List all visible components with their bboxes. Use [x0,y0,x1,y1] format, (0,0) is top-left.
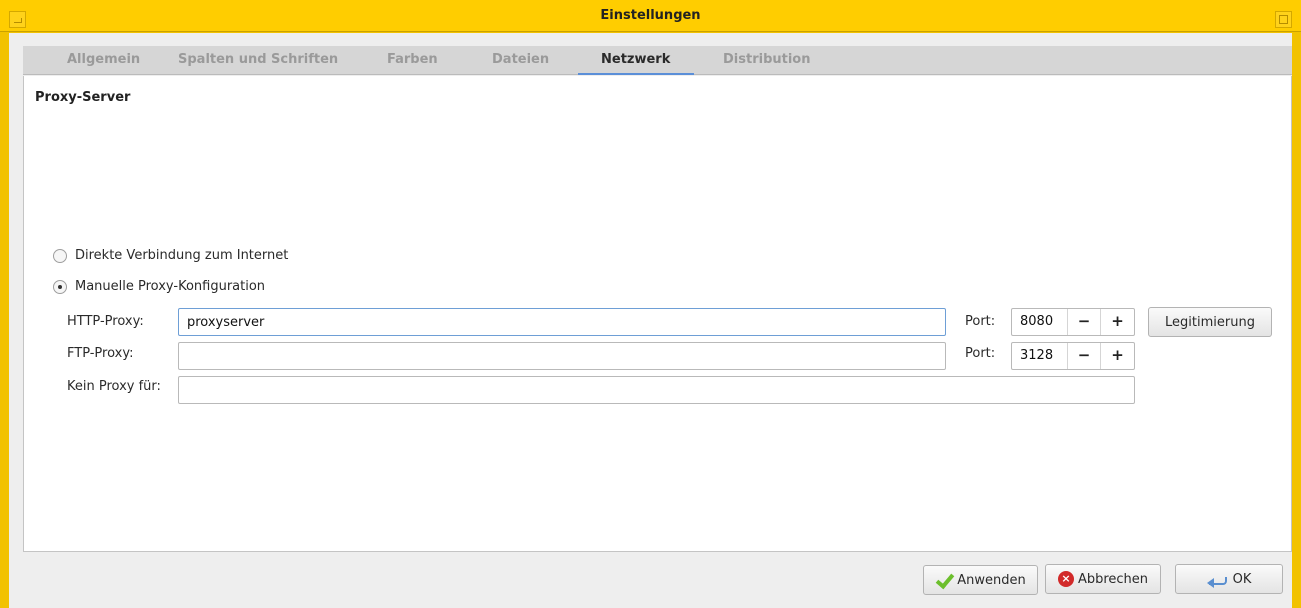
http-proxy-label: HTTP-Proxy: [67,314,144,329]
http-port-stepper: 8080 − + [1011,308,1135,336]
http-port-label: Port: [965,314,996,329]
cancel-icon: × [1057,571,1074,587]
active-tab-indicator [578,73,694,75]
radio-label: Direkte Verbindung zum Internet [75,248,289,263]
apply-button[interactable]: Anwenden [923,565,1038,595]
no-proxy-label: Kein Proxy für: [67,379,161,394]
ftp-proxy-label: FTP-Proxy: [67,346,134,361]
network-panel: Proxy-Server Direkte Verbindung zum Inte… [23,76,1292,552]
tab-netzwerk[interactable]: Netzwerk [601,52,670,67]
ok-label: OK [1232,571,1252,587]
return-arrow-icon [1206,571,1229,588]
radio-button-checked[interactable] [53,279,67,294]
http-port-increment-button[interactable]: + [1101,309,1134,335]
settings-window: Einstellungen Allgemein Spalten und Schr… [0,0,1301,608]
ftp-port-value[interactable]: 3128 [1012,343,1068,369]
tab-farben[interactable]: Farben [387,52,438,67]
tab-bar: Allgemein Spalten und Schriften Farben D… [23,46,1292,75]
http-port-decrement-button[interactable]: − [1068,309,1101,335]
ftp-proxy-input[interactable] [178,342,946,370]
http-proxy-input[interactable] [178,308,946,336]
cancel-label: Abbrechen [1077,571,1149,587]
title-bar[interactable]: Einstellungen [0,0,1301,32]
tab-allgemein[interactable]: Allgemein [67,52,140,67]
ok-button[interactable]: OK [1175,564,1283,594]
cancel-button[interactable]: × Abbrechen [1045,564,1161,594]
section-title: Proxy-Server [35,90,131,105]
authentication-button[interactable]: Legitimierung [1148,307,1272,337]
maximize-button[interactable] [1275,11,1292,28]
window-title: Einstellungen [600,8,701,23]
dialog-content: Allgemein Spalten und Schriften Farben D… [9,33,1292,608]
tab-distribution[interactable]: Distribution [723,52,810,67]
radio-manual-proxy[interactable]: Manuelle Proxy-Konfiguration [53,279,265,294]
apply-label: Anwenden [957,572,1026,588]
tab-dateien[interactable]: Dateien [492,52,549,67]
ftp-port-increment-button[interactable]: + [1101,343,1134,369]
maximize-icon [1279,15,1288,24]
ftp-port-label: Port: [965,346,996,361]
ftp-port-stepper: 3128 − + [1011,342,1135,370]
radio-direct-connection[interactable]: Direkte Verbindung zum Internet [53,248,288,263]
http-port-value[interactable]: 8080 [1012,309,1068,335]
tab-spalten-und-schriften[interactable]: Spalten und Schriften [178,52,338,67]
ftp-port-decrement-button[interactable]: − [1068,343,1101,369]
radio-button-unchecked[interactable] [53,248,67,263]
no-proxy-input[interactable] [178,376,1135,404]
radio-label: Manuelle Proxy-Konfiguration [75,279,266,294]
check-icon [935,571,953,589]
